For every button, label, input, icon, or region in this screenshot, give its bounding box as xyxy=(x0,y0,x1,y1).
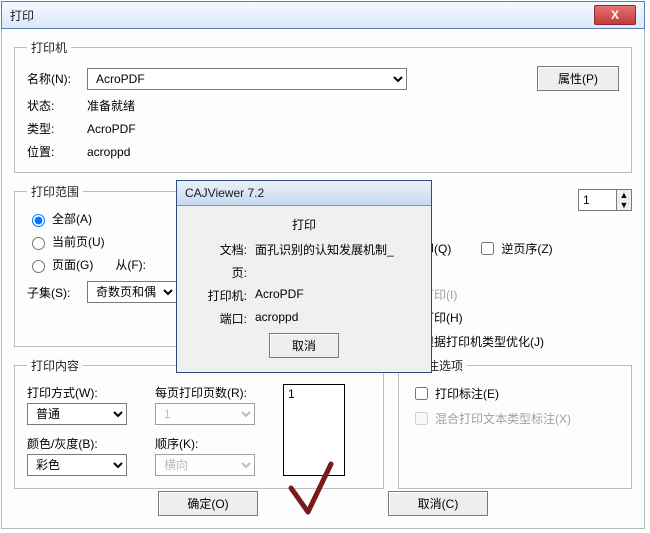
reverse-check[interactable]: 逆页序(Z) xyxy=(477,239,552,258)
mix-text-check: 混合打印文本类型标注(X) xyxy=(411,409,619,428)
printer-name-label: 名称(N): xyxy=(27,70,87,87)
printer-location-label: 位置: xyxy=(27,143,87,160)
optimize-check[interactable]: 根据打印机类型优化(J) xyxy=(398,332,632,351)
range-pages-input[interactable] xyxy=(32,260,45,273)
printer-location-value: acroppd xyxy=(87,145,130,159)
annot-fieldset: 标注选项 打印标注(E) 混合打印文本类型标注(X) xyxy=(398,357,632,489)
range-pages-label: 页面(G) xyxy=(52,256,93,273)
print-annot-checkbox[interactable] xyxy=(415,387,428,400)
modal-page-label: 页: xyxy=(191,264,247,281)
as-image-h[interactable]: 方式打印(H) xyxy=(398,309,632,326)
per-sheet-label: 每页打印页数(R): xyxy=(155,384,265,401)
range-from-label: 从(F): xyxy=(115,256,146,273)
copies-down-icon[interactable]: ▼ xyxy=(617,200,631,210)
reverse-checkbox[interactable] xyxy=(481,242,494,255)
mix-text-checkbox xyxy=(415,412,428,425)
modal-port-label: 端口: xyxy=(191,310,247,327)
mix-text-label: 混合打印文本类型标注(X) xyxy=(435,410,571,427)
printer-legend: 打印机 xyxy=(27,39,71,56)
checkmark-icon xyxy=(286,460,346,520)
reverse-label: 逆页序(Z) xyxy=(501,240,552,257)
order-select: 横向 xyxy=(155,454,255,476)
print-annot-label: 打印标注(E) xyxy=(435,385,499,402)
progress-modal-title: CAJViewer 7.2 xyxy=(177,181,431,206)
progress-heading: 打印 xyxy=(191,216,417,233)
modal-doc-value: 面孔识别的认知发展机制_ xyxy=(255,241,394,258)
range-current-label: 当前页(U) xyxy=(52,233,105,250)
modal-printer-value: AcroPDF xyxy=(255,287,304,304)
per-sheet-select: 1 xyxy=(155,403,255,425)
close-icon: X xyxy=(611,8,619,22)
modal-cancel-button[interactable]: 取消 xyxy=(269,333,339,358)
ok-button[interactable]: 确定(O) xyxy=(158,491,258,516)
optimize-label: 根据打印机类型优化(J) xyxy=(422,333,544,350)
method-label: 打印方式(W): xyxy=(27,384,137,401)
close-button[interactable]: X xyxy=(594,5,636,25)
printer-status-value: 准备就绪 xyxy=(87,97,135,114)
modal-printer-label: 打印机: xyxy=(191,287,247,304)
printer-status-label: 状态: xyxy=(27,97,87,114)
copies-input[interactable] xyxy=(578,189,616,211)
content-legend: 打印内容 xyxy=(27,357,83,374)
copies-up-icon[interactable]: ▲ xyxy=(617,190,631,200)
modal-doc-label: 文档: xyxy=(191,241,247,258)
printer-type-label: 类型: xyxy=(27,120,87,137)
printer-fieldset: 打印机 名称(N): AcroPDF 属性(P) 状态: 准备就绪 类型: Ac… xyxy=(14,39,632,173)
color-label: 颜色/灰度(B): xyxy=(27,435,137,452)
progress-modal: CAJViewer 7.2 打印 文档: 面孔识别的认知发展机制_ 页: 打印机… xyxy=(176,180,432,373)
color-select[interactable]: 彩色 xyxy=(27,454,127,476)
copies-spinner[interactable]: ▲ ▼ xyxy=(578,189,632,211)
range-legend: 打印范围 xyxy=(27,183,83,200)
copies-updown[interactable]: ▲ ▼ xyxy=(616,189,632,211)
printer-properties-button[interactable]: 属性(P) xyxy=(537,66,619,91)
range-all-input[interactable] xyxy=(32,214,45,227)
as-image-i: 方式打印(I) xyxy=(398,286,632,303)
range-current-input[interactable] xyxy=(32,237,45,250)
range-subset-label: 子集(S): xyxy=(27,284,87,301)
range-subset-select[interactable]: 奇数页和偶 xyxy=(87,281,177,303)
cancel-button[interactable]: 取消(C) xyxy=(388,491,488,516)
dialog-titlebar: 打印 X xyxy=(1,1,645,29)
order-label: 顺序(K): xyxy=(155,435,265,452)
printer-name-select[interactable]: AcroPDF xyxy=(87,68,407,90)
printer-type-value: AcroPDF xyxy=(87,122,136,136)
preview-thumb-label: 1 xyxy=(288,387,295,401)
method-select[interactable]: 普通 xyxy=(27,403,127,425)
dialog-title: 打印 xyxy=(10,7,594,24)
modal-port-value: acroppd xyxy=(255,310,298,327)
range-all-label: 全部(A) xyxy=(52,210,92,227)
print-annot-check[interactable]: 打印标注(E) xyxy=(411,384,619,403)
